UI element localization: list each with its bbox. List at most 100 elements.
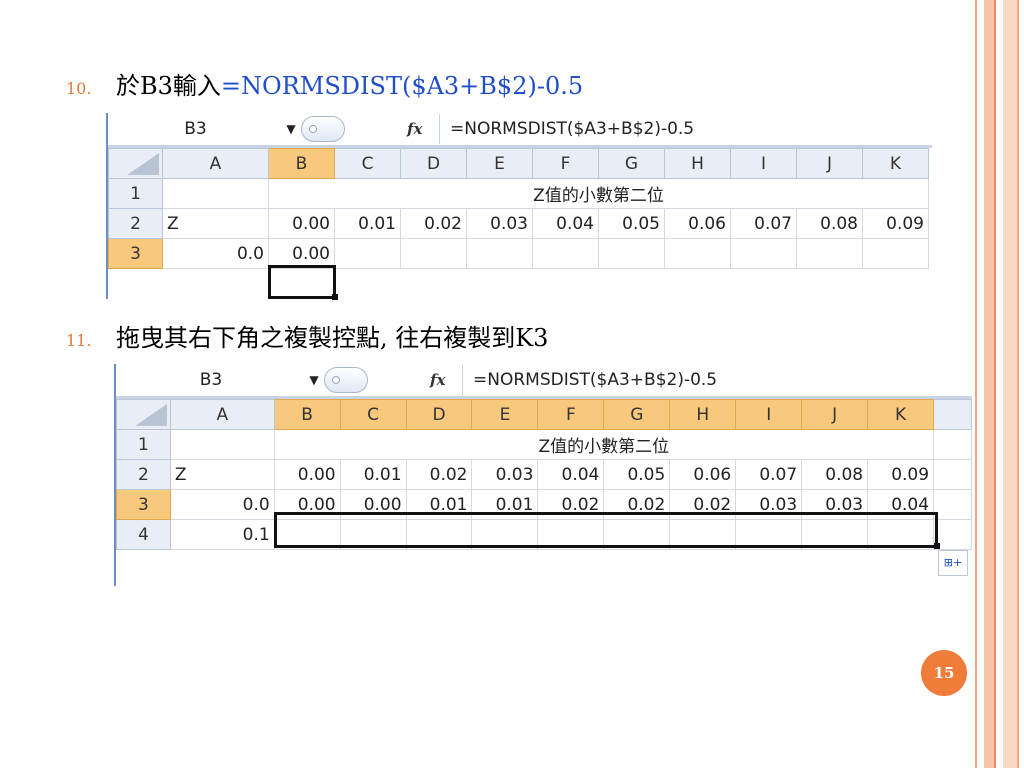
cell[interactable]: 0.07 [735,459,803,490]
cell[interactable]: 0.08 [801,459,869,490]
column-header[interactable]: H [664,148,731,179]
cell[interactable] [598,238,665,269]
cell[interactable]: 0.03 [801,489,869,520]
cell[interactable] [405,519,473,550]
cell[interactable]: 0.00 [273,459,341,490]
cell[interactable]: 0.09 [862,208,929,239]
cell[interactable]: 0.08 [796,208,863,239]
cell[interactable]: 0.07 [730,208,797,239]
cell[interactable] [334,238,401,269]
column-header[interactable]: J [801,399,869,430]
name-box[interactable]: B3 [116,370,306,390]
cell[interactable]: 0.05 [598,208,665,239]
active-cell[interactable]: 0.00 [273,489,341,520]
column-header[interactable]: F [537,399,605,430]
merged-title-cell[interactable]: Z值的小數第二位 [273,429,935,460]
cell[interactable] [273,519,341,550]
cell[interactable] [933,429,972,460]
column-header[interactable]: C [334,148,401,179]
row-header[interactable]: 4 [116,519,171,550]
cell[interactable] [537,519,605,550]
column-header[interactable]: A [162,148,269,179]
cell[interactable] [466,238,533,269]
function-icon[interactable]: fx [430,371,462,389]
cell[interactable]: 0.02 [603,489,671,520]
column-header[interactable]: F [532,148,599,179]
cell[interactable] [471,519,539,550]
column-header[interactable] [933,399,972,430]
row-header[interactable]: 1 [116,429,171,460]
cell[interactable] [169,429,275,460]
cell[interactable] [162,178,269,209]
cell[interactable]: 0.02 [400,208,467,239]
column-header[interactable]: H [669,399,737,430]
function-icon[interactable]: fx [407,120,439,138]
cell[interactable]: 0.03 [735,489,803,520]
cell[interactable]: 0.00 [268,208,335,239]
cell[interactable] [669,519,737,550]
column-header[interactable]: G [598,148,665,179]
cell[interactable]: 0.02 [405,459,473,490]
cell[interactable] [933,459,972,490]
cell[interactable]: 0.02 [537,489,605,520]
cell[interactable] [735,519,803,550]
cell[interactable] [339,519,407,550]
row-header[interactable]: 3 [116,489,171,520]
column-header[interactable]: B [268,148,335,179]
cell[interactable]: 0.01 [334,208,401,239]
row-header[interactable]: 2 [108,208,163,239]
select-all-button[interactable] [116,399,171,430]
cell[interactable] [933,489,972,520]
fill-handle[interactable] [934,543,940,549]
column-header[interactable]: C [339,399,407,430]
cell[interactable]: 0.01 [405,489,473,520]
select-all-button[interactable] [108,148,163,179]
column-header[interactable]: D [400,148,467,179]
chevron-down-icon[interactable]: ▼ [283,122,299,136]
column-header[interactable]: K [862,148,929,179]
cell[interactable] [796,238,863,269]
column-header[interactable]: J [796,148,863,179]
column-header[interactable]: B [273,399,341,430]
cell[interactable]: 0.0 [162,238,269,269]
column-header[interactable]: E [466,148,533,179]
column-header[interactable]: I [735,399,803,430]
cell[interactable] [862,238,929,269]
column-header[interactable]: I [730,148,797,179]
row-header[interactable]: 2 [116,459,171,490]
column-header[interactable]: K [867,399,935,430]
cell[interactable]: Z [162,208,269,239]
cell[interactable]: 0.04 [532,208,599,239]
cell[interactable]: 0.06 [664,208,731,239]
formula-input[interactable]: =NORMSDIST($A3+B$2)-0.5 [439,114,694,144]
cell[interactable] [730,238,797,269]
column-header[interactable]: E [471,399,539,430]
cell[interactable]: 0.1 [169,519,275,550]
auto-fill-options-icon[interactable]: ⊞+ [938,550,968,576]
cell[interactable]: 0.06 [669,459,737,490]
cell[interactable] [603,519,671,550]
fill-handle[interactable] [332,294,338,300]
cell[interactable]: 0.02 [669,489,737,520]
merged-title-cell[interactable]: Z值的小數第二位 [268,178,929,209]
cell[interactable] [400,238,467,269]
name-box[interactable]: B3 [108,119,283,139]
cell[interactable]: 0.0 [169,489,275,520]
cell[interactable]: 0.03 [466,208,533,239]
column-header[interactable]: G [603,399,671,430]
cell[interactable]: 0.01 [339,459,407,490]
cell[interactable] [867,519,935,550]
active-cell[interactable]: 0.00 [268,238,335,269]
cell[interactable]: 0.00 [339,489,407,520]
cell[interactable]: 0.01 [471,489,539,520]
formula-input[interactable]: =NORMSDIST($A3+B$2)-0.5 [462,365,717,395]
cell[interactable]: 0.04 [537,459,605,490]
chevron-down-icon[interactable]: ▼ [306,373,322,387]
cell[interactable] [801,519,869,550]
column-header[interactable]: D [405,399,473,430]
row-header[interactable]: 1 [108,178,163,209]
formula-cancel-button[interactable] [301,116,345,142]
cell[interactable] [532,238,599,269]
cell[interactable]: Z [169,459,275,490]
cell[interactable] [664,238,731,269]
